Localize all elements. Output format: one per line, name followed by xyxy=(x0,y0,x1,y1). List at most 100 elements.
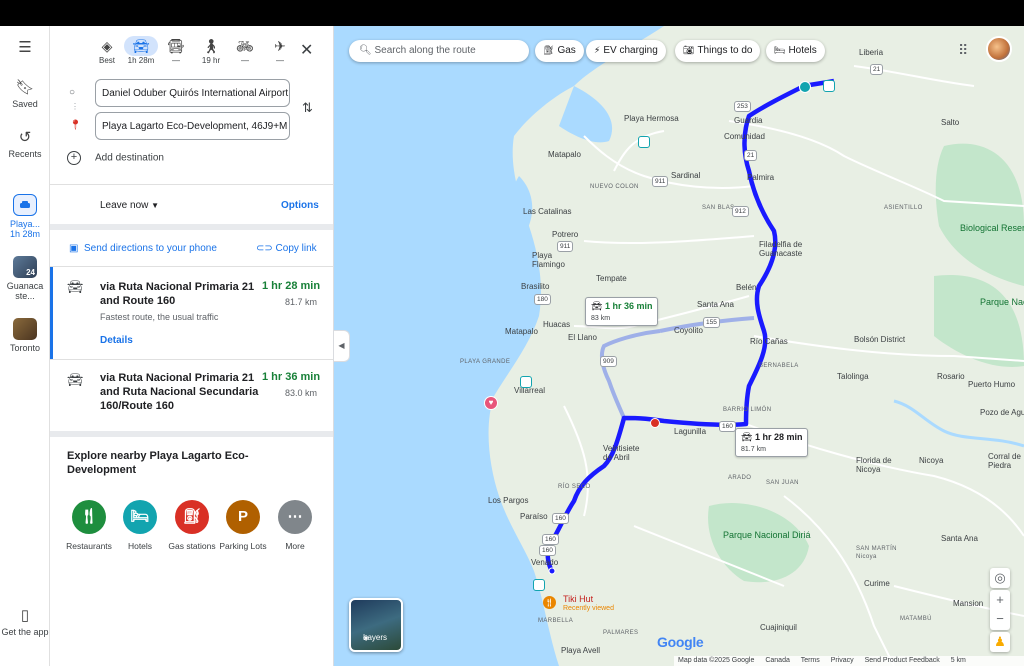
privacy-link[interactable]: Privacy xyxy=(831,657,854,664)
rail-saved[interactable]: 🔖︎ Saved xyxy=(0,80,50,110)
label-palo-verde: Parque Nacional Palo Verde xyxy=(980,297,1024,307)
route-option-1[interactable]: 🚘︎ via Ruta Nacional Primaria 21 and Rou… xyxy=(50,267,333,359)
label-los-pargos: Los Pargos xyxy=(488,496,529,505)
chip-gas[interactable]: ⛽︎ Gas xyxy=(535,40,584,62)
label-playa-flamingo: Playa Flamingo xyxy=(532,251,565,269)
toronto-thumbnail xyxy=(13,318,37,340)
rail-recent-toronto[interactable]: Toronto xyxy=(0,318,50,353)
feedback-link[interactable]: Send Product Feedback xyxy=(865,657,940,664)
mode-flight[interactable]: ✈ — xyxy=(263,36,297,65)
poi-tiki-hut[interactable]: Tiki Hut xyxy=(563,594,593,604)
label-puerto-humo: Puerto Humo xyxy=(968,380,1016,389)
label-rio-seco: RÍO SECO xyxy=(558,484,591,490)
street-view-pegman[interactable]: ♟ xyxy=(990,632,1010,652)
attribution-bar: Map data ©2025 Google Canada Terms Priva… xyxy=(674,656,1024,666)
category-hotels[interactable]: 🛏︎ Hotels xyxy=(110,500,170,552)
chip-things-to-do[interactable]: 📷︎ Things to do xyxy=(675,40,761,62)
options-button[interactable]: Options xyxy=(281,200,319,211)
get-app-button[interactable]: ▯ Get the app xyxy=(0,608,50,638)
rail-recents[interactable]: ↺ Recents xyxy=(0,130,50,160)
label-cuajiniquil: Cuajiniquil xyxy=(760,623,797,632)
zoom-out-button[interactable]: − xyxy=(990,609,1010,628)
scale-bar[interactable]: 5 km xyxy=(951,657,966,664)
map-canvas[interactable]: 🔍︎ Search along the route ⛽︎ Gas ⚡︎ EV cha… xyxy=(334,26,1024,666)
airplane-icon: ✈ xyxy=(274,38,286,54)
zoom-in-button[interactable]: + xyxy=(990,590,1010,609)
mode-transit-label: — xyxy=(172,56,180,65)
label-sardinal: Sardinal xyxy=(671,171,701,180)
menu-button[interactable]: ☰ xyxy=(0,40,50,56)
layers-button[interactable]: ◈ Layers xyxy=(349,598,403,652)
leave-now-dropdown[interactable]: Leave now ▼ xyxy=(100,200,159,211)
country-link[interactable]: Canada xyxy=(765,657,790,664)
category-more[interactable]: ⋯ More xyxy=(265,500,325,552)
alternate-route-time-box[interactable]: 🚘︎ 1 hr 36 min 83 km xyxy=(585,297,659,326)
route-1-details-link[interactable]: Details xyxy=(100,335,133,346)
map-data-credit: Map data ©2025 Google xyxy=(678,657,755,664)
route-shield: 160 xyxy=(542,534,559,545)
send-directions-link[interactable]: ▣ Send directions to your phone xyxy=(69,243,217,254)
collapse-panel-button[interactable]: ◀ xyxy=(334,330,350,362)
mode-flight-label: — xyxy=(276,56,284,65)
category-hotels-label: Hotels xyxy=(127,541,153,551)
close-directions-button[interactable]: ✕ xyxy=(300,40,313,60)
route-2-duration: 1 hr 36 min xyxy=(262,371,321,383)
route-2-distance: 83.0 km xyxy=(284,388,317,398)
mode-bike[interactable]: 🚲︎ — xyxy=(228,36,262,65)
gas-station-pin-icon[interactable] xyxy=(650,418,660,428)
alternate-route-line[interactable] xyxy=(599,329,661,419)
terms-link[interactable]: Terms xyxy=(801,657,820,664)
hotel-pin-icon[interactable] xyxy=(638,136,650,148)
search-along-route-input[interactable]: 🔍︎ Search along the route xyxy=(349,40,529,62)
main-route-time-box[interactable]: 🚘︎ 1 hr 28 min 81.7 km xyxy=(735,428,809,457)
avatar[interactable] xyxy=(986,36,1012,62)
restaurant-pin-icon[interactable]: 🍴︎ xyxy=(543,596,556,609)
route-shield: 160 xyxy=(552,513,569,524)
swap-icon[interactable]: ⇅ xyxy=(302,100,313,116)
label-curime: Curime xyxy=(864,579,890,588)
label-san-juan: SAN JUAN xyxy=(766,480,799,486)
mode-drive[interactable]: 🚘︎ 1h 28m xyxy=(124,36,158,65)
mode-transit[interactable]: 🚍︎ — xyxy=(159,36,193,65)
rail-recent-guanacaste[interactable]: 24 Guanaca ste... xyxy=(0,256,50,301)
fork-knife-icon: 🍴︎ xyxy=(72,500,106,534)
copy-link-button[interactable]: ⊂⊃ Copy link xyxy=(256,243,317,254)
travel-mode-bar: ◈ Best 🚘︎ 1h 28m 🚍︎ — 🚶︎ 19 hr 🚲︎ — ✈ — … xyxy=(50,26,333,74)
route-destination-dot xyxy=(548,567,556,575)
chip-ev-charging[interactable]: ⚡︎ EV charging xyxy=(586,40,666,62)
hotel-pin-icon[interactable] xyxy=(533,579,545,591)
airport-pin-icon[interactable] xyxy=(799,81,811,93)
hotel-pin-icon[interactable] xyxy=(520,376,532,388)
my-location-button[interactable]: ◎ xyxy=(990,568,1010,588)
apps-grid-icon[interactable]: ⠿ xyxy=(958,42,968,59)
send-directions-label: Send directions to your phone xyxy=(84,243,217,254)
label-belen: Belén xyxy=(736,283,757,292)
label-playa-hermosa: Playa Hermosa xyxy=(624,114,679,123)
saved-heart-pin-icon[interactable]: ♥ xyxy=(484,396,498,410)
chip-hotels[interactable]: 🛏︎ Hotels xyxy=(766,40,825,62)
rail-active-directions[interactable]: Playa... 1h 28m xyxy=(0,194,50,239)
hotel-pin-icon[interactable] xyxy=(823,80,835,92)
label-matambu: MATAMBÚ xyxy=(900,616,932,622)
destination-input[interactable]: Playa Lagarto Eco-Development, 46J9+M xyxy=(95,112,290,140)
link-icon: ⊂⊃ xyxy=(256,243,273,254)
label-nicoya: Nicoya xyxy=(919,456,944,465)
mode-best[interactable]: ◈ Best xyxy=(90,36,124,65)
mode-walk[interactable]: 🚶︎ 19 hr xyxy=(194,36,228,65)
more-dots-icon: ⋯ xyxy=(278,500,312,534)
dropdown-caret-icon: ▼ xyxy=(151,201,160,210)
label-lagunilla: Lagunilla xyxy=(674,427,707,436)
add-destination-button[interactable]: + Add destination xyxy=(67,151,164,165)
bay xyxy=(559,86,613,143)
bicycle-icon: 🚲︎ xyxy=(236,38,254,54)
category-parking-lots[interactable]: P Parking Lots xyxy=(213,500,273,552)
category-restaurants-label: Restaurants xyxy=(66,541,112,551)
origin-input[interactable]: Daniel Oduber Quirós International Airpo… xyxy=(95,79,290,107)
bed-icon: 🛏︎ xyxy=(774,45,786,55)
bed-icon: 🛏︎ xyxy=(123,500,157,534)
route-shield: 911 xyxy=(652,176,669,187)
label-florida-de-nicoya: Florida de Nicoya xyxy=(856,456,892,474)
mode-walk-label: 19 hr xyxy=(201,56,221,65)
route-option-2[interactable]: 🚘︎ via Ruta Nacional Primaria 21 and Rut… xyxy=(50,360,333,430)
rail-saved-label: Saved xyxy=(12,99,38,109)
